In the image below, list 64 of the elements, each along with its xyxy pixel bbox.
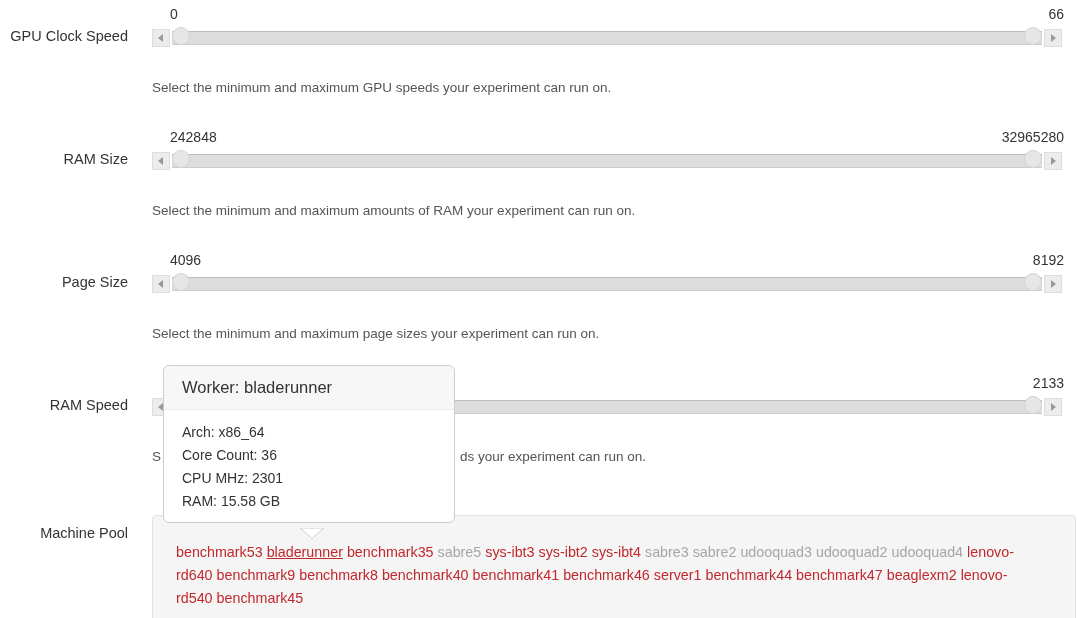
min-value: 0 (170, 6, 178, 22)
machine-link[interactable]: sys-ibt2 (538, 544, 588, 560)
max-value: 2133 (1032, 375, 1064, 391)
machine-link[interactable]: sys-ibt4 (591, 544, 641, 560)
pool-label: Machine Pool (39, 524, 128, 543)
min-value: 4096 (170, 252, 202, 268)
range-thumb[interactable] (172, 273, 190, 291)
machine-link[interactable]: bladerunner (266, 544, 343, 560)
caret-right-icon (1050, 280, 1056, 288)
tooltip-line: Core Count: 36 (182, 446, 278, 464)
machine-link[interactable]: benchmark44 (705, 567, 793, 583)
tooltip-title: Worker: bladerunner (164, 366, 454, 410)
slider-label: Page Size (60, 273, 128, 292)
range-thumb[interactable] (1024, 273, 1042, 291)
tooltip-line: CPU MHz: 2301 (182, 469, 285, 487)
machine-link[interactable]: server1 (653, 567, 702, 583)
machine-link[interactable]: rd640 (176, 567, 213, 583)
min-value: 242848 (170, 129, 217, 145)
scroll-right-button[interactable] (1044, 29, 1062, 47)
machine-link[interactable]: lenovo- (967, 544, 1014, 560)
machine-link[interactable]: benchmark9 (216, 567, 296, 583)
tooltip-line: Arch: x86_64 (182, 423, 266, 441)
machine-link[interactable]: benchmark40 (381, 567, 469, 583)
slider-label: GPU Clock Speed (9, 27, 128, 46)
range-thumb[interactable] (1024, 27, 1042, 45)
slider-description: Select the minimum and maximum amounts of RAM your experiment can run on. (152, 203, 636, 218)
caret-left-icon (158, 34, 164, 42)
range-thumb[interactable] (172, 150, 190, 168)
caret-left-icon (158, 280, 164, 288)
slider-description: Select the minimum and maximum page sizes your experiment can run on. (152, 326, 600, 341)
machine-link[interactable]: benchmark41 (472, 567, 560, 583)
machine-link[interactable]: benchmark46 (563, 567, 650, 583)
scroll-right-button[interactable] (1044, 152, 1062, 170)
caret-right-icon (1050, 34, 1056, 42)
max-value: 32965280 (1001, 129, 1064, 145)
range-thumb[interactable] (1024, 150, 1042, 168)
caret-left-icon (158, 157, 164, 165)
machine-link[interactable]: benchmark8 (299, 567, 378, 583)
machine-link[interactable]: benchmark45 (216, 590, 304, 606)
machine-link[interactable]: beaglexm2 (886, 567, 957, 583)
max-value: 8192 (1032, 252, 1064, 268)
slider-label: RAM Size (62, 150, 128, 169)
machine-link[interactable]: sys-ibt3 (485, 544, 535, 560)
tooltip-pointer (300, 528, 324, 539)
tooltip-line: RAM: 15.58 GB (182, 492, 282, 510)
slider-description: ds your experiment can run on. (460, 449, 647, 464)
machine-link[interactable]: lenovo- (960, 567, 1008, 583)
scroll-left-button[interactable] (152, 275, 170, 293)
max-value: 66 (1048, 6, 1064, 22)
range-thumb[interactable] (172, 27, 190, 45)
slider-description: S (152, 449, 161, 464)
scroll-right-button[interactable] (1044, 275, 1062, 293)
machine-link[interactable]: benchmark53 (176, 544, 263, 560)
caret-right-icon (1050, 157, 1056, 165)
scroll-left-button[interactable] (152, 152, 170, 170)
range-thumb[interactable] (1024, 396, 1042, 414)
machine-link[interactable]: benchmark47 (796, 567, 883, 583)
scroll-right-button[interactable] (1044, 398, 1062, 416)
scroll-left-button[interactable] (152, 29, 170, 47)
caret-right-icon (1050, 403, 1056, 411)
slider-label: RAM Speed (48, 396, 128, 415)
slider-description: Select the minimum and maximum GPU speeds your experiment can run on. (152, 80, 612, 95)
machine-link[interactable]: rd540 (176, 590, 213, 606)
machine-link[interactable]: benchmark35 (346, 544, 434, 560)
